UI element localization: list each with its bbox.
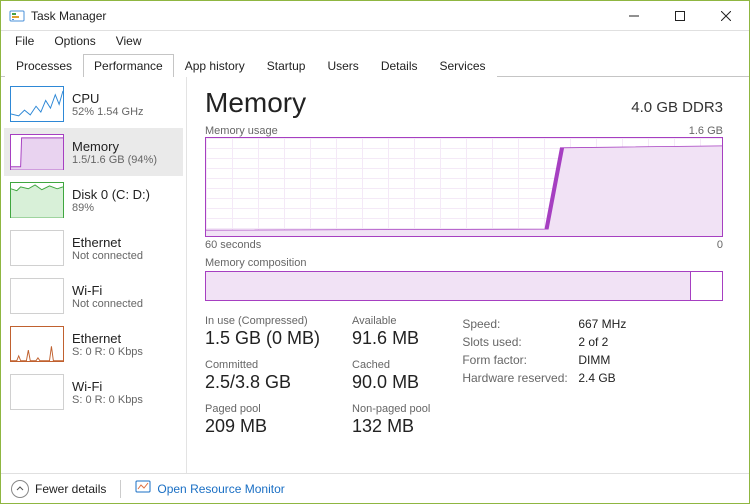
slots-value: 2 of 2 — [578, 335, 608, 349]
performance-sidebar: CPU 52% 1.54 GHz Memory 1.5/1.6 GB (94%) — [1, 77, 187, 473]
tab-processes[interactable]: Processes — [5, 54, 83, 77]
maximize-button[interactable] — [657, 1, 703, 31]
sidebar-item-ethernet2[interactable]: Ethernet S: 0 R: 0 Kbps — [4, 320, 183, 368]
tab-startup[interactable]: Startup — [256, 54, 317, 77]
axis-left: 60 seconds — [205, 239, 261, 251]
paged-value: 209 MB — [205, 416, 320, 437]
menu-file[interactable]: File — [5, 32, 44, 50]
footer: Fewer details Open Resource Monitor — [1, 473, 749, 503]
sidebar-item-ethernet[interactable]: Ethernet Not connected — [4, 224, 183, 272]
sidebar-ethernet2-name: Ethernet — [72, 331, 143, 346]
cached-value: 90.0 MB — [352, 372, 430, 393]
memory-stats: In use (Compressed) 1.5 GB (0 MB) Commit… — [205, 315, 723, 437]
sidebar-disk-name: Disk 0 (C: D:) — [72, 187, 150, 202]
available-value: 91.6 MB — [352, 328, 430, 349]
cached-label: Cached — [352, 359, 430, 371]
speed-key: Speed: — [462, 317, 572, 331]
minimize-button[interactable] — [611, 1, 657, 31]
tab-app-history[interactable]: App history — [174, 54, 256, 77]
wifi-thumb-icon — [10, 278, 64, 314]
main-area: CPU 52% 1.54 GHz Memory 1.5/1.6 GB (94%) — [1, 77, 749, 473]
memory-panel: Memory 4.0 GB DDR3 Memory usage 1.6 GB 6… — [187, 77, 749, 473]
committed-value: 2.5/3.8 GB — [205, 372, 320, 393]
sidebar-ethernet-name: Ethernet — [72, 235, 143, 250]
in-use-label: In use (Compressed) — [205, 315, 320, 327]
sidebar-item-wifi2[interactable]: Wi-Fi S: 0 R: 0 Kbps — [4, 368, 183, 416]
memory-composition-chart[interactable] — [205, 271, 723, 301]
sidebar-memory-name: Memory — [72, 139, 157, 154]
menu-view[interactable]: View — [106, 32, 152, 50]
usage-chart-max: 1.6 GB — [689, 125, 723, 137]
sidebar-cpu-name: CPU — [72, 91, 144, 106]
composition-label: Memory composition — [205, 257, 723, 269]
nonpaged-label: Non-paged pool — [352, 403, 430, 415]
hwres-value: 2.4 GB — [578, 371, 615, 385]
open-resource-monitor-label: Open Resource Monitor — [157, 482, 284, 496]
ethernet2-thumb-icon — [10, 326, 64, 362]
memory-usage-chart[interactable] — [205, 137, 723, 237]
composition-in-use-fill — [206, 272, 691, 300]
form-key: Form factor: — [462, 353, 572, 367]
disk-thumb-icon — [10, 182, 64, 218]
fewer-details-button[interactable]: Fewer details — [11, 480, 106, 498]
titlebar: Task Manager — [1, 1, 749, 31]
open-resource-monitor-link[interactable]: Open Resource Monitor — [135, 479, 284, 498]
slots-key: Slots used: — [462, 335, 572, 349]
speed-value: 667 MHz — [578, 317, 626, 331]
tab-users[interactable]: Users — [316, 54, 369, 77]
menubar: File Options View — [1, 31, 749, 51]
hwres-key: Hardware reserved: — [462, 371, 572, 385]
sidebar-wifi2-sub: S: 0 R: 0 Kbps — [72, 394, 143, 406]
tab-services[interactable]: Services — [429, 54, 497, 77]
sidebar-ethernet2-sub: S: 0 R: 0 Kbps — [72, 346, 143, 358]
available-label: Available — [352, 315, 430, 327]
form-value: DIMM — [578, 353, 610, 367]
sidebar-item-wifi[interactable]: Wi-Fi Not connected — [4, 272, 183, 320]
paged-label: Paged pool — [205, 403, 320, 415]
sidebar-item-memory[interactable]: Memory 1.5/1.6 GB (94%) — [4, 128, 183, 176]
capacity-label: 4.0 GB DDR3 — [631, 99, 723, 116]
committed-label: Committed — [205, 359, 320, 371]
wifi2-thumb-icon — [10, 374, 64, 410]
resource-monitor-icon — [135, 479, 151, 498]
sidebar-item-disk[interactable]: Disk 0 (C: D:) 89% — [4, 176, 183, 224]
fewer-details-label: Fewer details — [35, 482, 106, 496]
sidebar-wifi-sub: Not connected — [72, 298, 143, 310]
cpu-thumb-icon — [10, 86, 64, 122]
ethernet-thumb-icon — [10, 230, 64, 266]
axis-right: 0 — [717, 239, 723, 251]
sidebar-cpu-sub: 52% 1.54 GHz — [72, 106, 144, 118]
memory-thumb-icon — [10, 134, 64, 170]
tab-details[interactable]: Details — [370, 54, 429, 77]
footer-divider — [120, 480, 121, 498]
sidebar-disk-sub: 89% — [72, 202, 150, 214]
page-title: Memory — [205, 87, 306, 119]
app-icon — [9, 8, 25, 24]
sidebar-memory-sub: 1.5/1.6 GB (94%) — [72, 154, 157, 166]
sidebar-wifi2-name: Wi-Fi — [72, 379, 143, 394]
in-use-value: 1.5 GB (0 MB) — [205, 328, 320, 349]
usage-chart-label: Memory usage — [205, 125, 278, 137]
window-title: Task Manager — [31, 9, 611, 23]
chevron-up-icon — [11, 480, 29, 498]
tab-performance[interactable]: Performance — [83, 54, 174, 77]
sidebar-wifi-name: Wi-Fi — [72, 283, 143, 298]
close-button[interactable] — [703, 1, 749, 31]
tab-strip: Processes Performance App history Startu… — [1, 51, 749, 77]
menu-options[interactable]: Options — [44, 32, 105, 50]
nonpaged-value: 132 MB — [352, 416, 430, 437]
sidebar-ethernet-sub: Not connected — [72, 250, 143, 262]
sidebar-item-cpu[interactable]: CPU 52% 1.54 GHz — [4, 80, 183, 128]
